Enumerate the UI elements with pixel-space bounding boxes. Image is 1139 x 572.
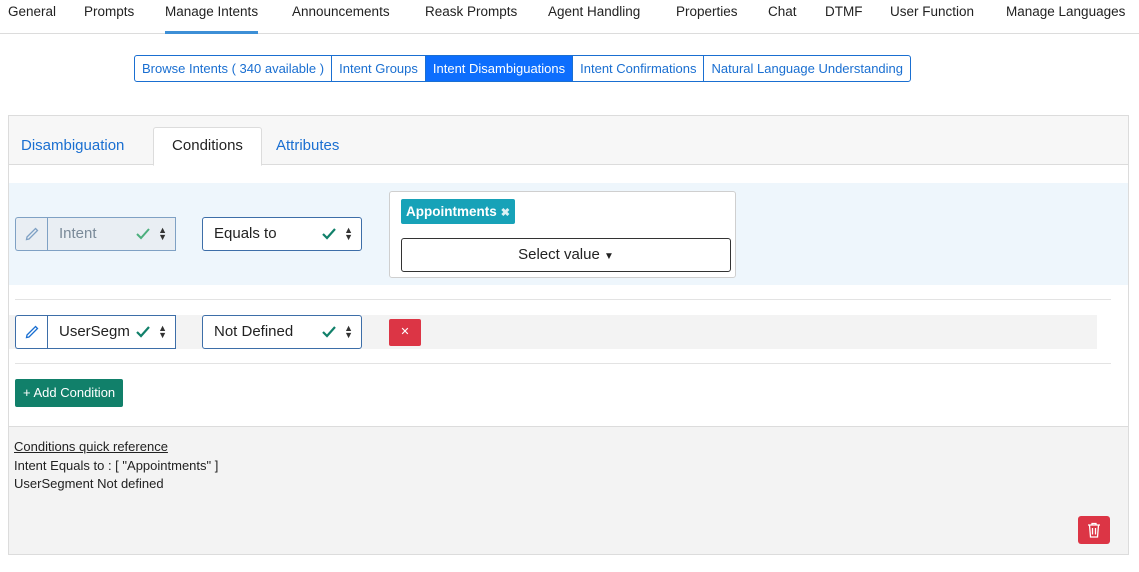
check-icon — [136, 228, 150, 240]
remove-chip-icon[interactable]: ✖ — [501, 207, 510, 219]
subtab-intent-confirmations[interactable]: Intent Confirmations — [573, 56, 705, 81]
condition-operator-select[interactable]: Not Defined ▲ ▼ — [202, 315, 362, 349]
quick-reference-key: Intent — [14, 458, 47, 473]
tab-manage-languages[interactable]: Manage Languages — [1006, 4, 1125, 19]
select-value-label: Select value — [518, 246, 600, 263]
add-condition-button[interactable]: + Add Condition — [15, 379, 124, 407]
pencil-icon — [25, 227, 38, 241]
tab-chat[interactable]: Chat — [768, 4, 797, 19]
select-value-dropdown[interactable]: Select value ▼ — [401, 238, 731, 272]
panel-tab-conditions[interactable]: Conditions — [153, 127, 262, 166]
quick-reference-key: UserSegment — [14, 476, 94, 491]
subtab-nlu[interactable]: Natural Language Understanding — [704, 56, 910, 81]
quick-reference-text: Equals to : [ "Appointments" ] — [46, 458, 219, 473]
condition-field-value: UserSegm — [59, 323, 130, 340]
condition-field-select[interactable]: UserSegm ▲ ▼ — [47, 315, 176, 349]
condition-operator-value: Not Defined — [214, 323, 294, 340]
conditions-quick-reference: Conditions quick reference Intent Equals… — [9, 426, 1128, 554]
tab-agent-handling[interactable]: Agent Handling — [548, 4, 640, 19]
tab-announcements[interactable]: Announcements — [292, 4, 390, 19]
panel-tabs: Disambiguation Conditions Attributes — [9, 116, 1128, 166]
check-icon — [136, 326, 150, 338]
sort-arrows-icon: ▲ ▼ — [344, 225, 353, 242]
check-icon — [322, 326, 336, 338]
value-chip-label: Appointments — [406, 204, 497, 219]
subtab-intent-groups[interactable]: Intent Groups — [332, 56, 426, 81]
edit-condition-button[interactable] — [15, 315, 47, 349]
quick-reference-line: UserSegment Not defined — [14, 476, 164, 491]
remove-condition-button[interactable]: ✕ — [389, 319, 421, 346]
edit-condition-button[interactable] — [15, 217, 47, 251]
tab-manage-intents[interactable]: Manage Intents — [165, 4, 259, 34]
condition-field-value: Intent — [59, 225, 97, 242]
sort-arrows-icon: ▲ ▼ — [344, 323, 353, 340]
tab-user-function[interactable]: User Function — [890, 4, 974, 19]
condition-value-box: Appointments ✖ Select value ▼ — [389, 191, 736, 278]
quick-reference-title: Conditions quick reference — [14, 439, 168, 454]
condition-operator-select[interactable]: Equals to ▲ ▼ — [202, 217, 362, 251]
tab-general[interactable]: General — [8, 4, 56, 19]
sort-arrows-icon: ▲ ▼ — [158, 323, 167, 340]
disambiguation-panel: Disambiguation Conditions Attributes Int… — [8, 115, 1129, 555]
value-chip: Appointments ✖ — [401, 199, 515, 224]
subtab-intent-disambiguations[interactable]: Intent Disambiguations — [425, 56, 574, 81]
sort-arrows-icon: ▲ ▼ — [158, 225, 167, 242]
caret-down-icon: ▼ — [603, 251, 614, 262]
quick-reference-line: Intent Equals to : [ "Appointments" ] — [14, 458, 218, 473]
pencil-icon — [25, 325, 38, 339]
delete-button[interactable] — [1078, 516, 1110, 544]
trash-icon — [1088, 522, 1100, 538]
condition-field-select[interactable]: Intent ▲ ▼ — [47, 217, 176, 251]
intent-subnav: Browse Intents ( 340 available ) Intent … — [134, 55, 912, 82]
tab-reask-prompts[interactable]: Reask Prompts — [425, 4, 517, 19]
tab-dtmf[interactable]: DTMF — [825, 4, 863, 19]
subtab-browse-intents[interactable]: Browse Intents ( 340 available ) — [135, 56, 333, 81]
tab-prompts[interactable]: Prompts — [84, 4, 134, 19]
divider — [15, 299, 1111, 300]
panel-tab-attributes[interactable]: Attributes — [276, 128, 339, 165]
check-icon — [322, 228, 336, 240]
tab-properties[interactable]: Properties — [676, 4, 738, 19]
condition-operator-value: Equals to — [214, 225, 277, 242]
quick-reference-text: Not defined — [93, 476, 164, 491]
divider — [15, 363, 1111, 364]
panel-tab-disambiguation[interactable]: Disambiguation — [21, 128, 124, 165]
top-nav: General Prompts Manage Intents Announcem… — [0, 0, 1139, 34]
